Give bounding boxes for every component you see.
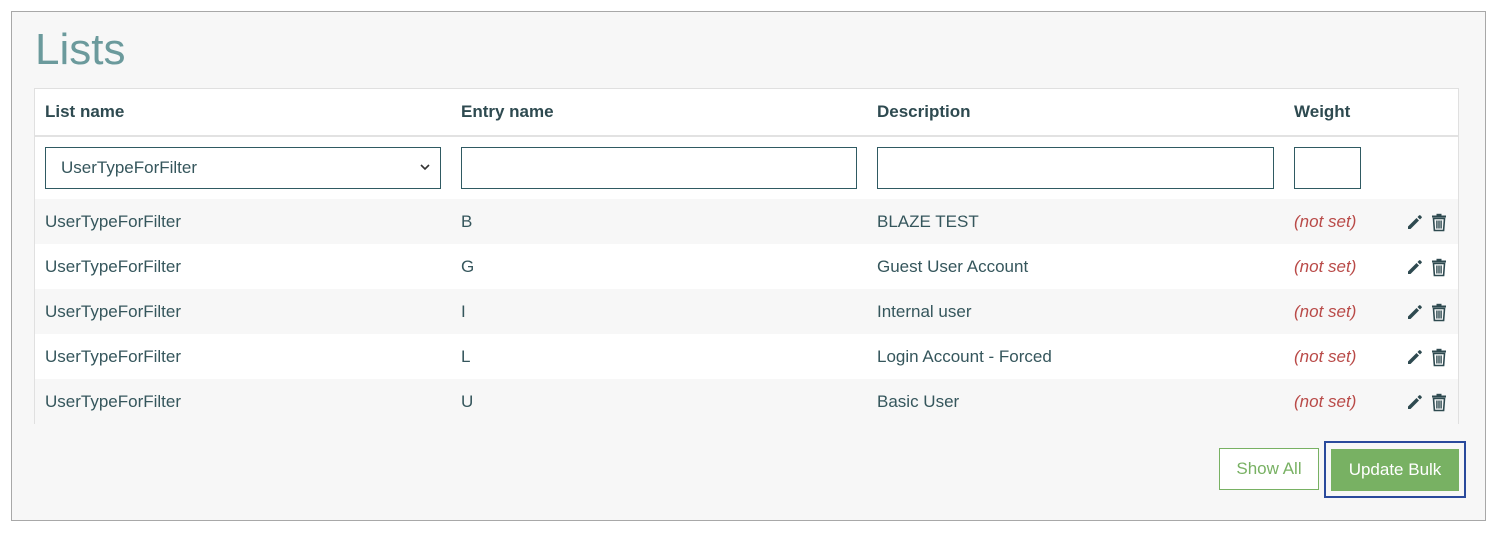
header-weight: Weight <box>1294 102 1351 121</box>
header-entry-name: Entry name <box>461 102 554 121</box>
header-list-name: List name <box>45 102 125 121</box>
table-row: UserTypeForFilter I Internal user (not s… <box>35 289 1458 334</box>
row-actions <box>1405 244 1449 289</box>
filter-row: UserTypeForFilter <box>35 137 1458 199</box>
lists-panel: Lists List name Entry name Description W… <box>11 11 1486 521</box>
trash-icon[interactable] <box>1429 392 1449 412</box>
cell-list-name: UserTypeForFilter <box>45 346 182 366</box>
cell-description: Basic User <box>877 391 960 411</box>
header-description: Description <box>877 102 971 121</box>
cell-description: Internal user <box>877 301 972 321</box>
cell-weight: (not set) <box>1294 301 1357 321</box>
trash-icon[interactable] <box>1429 347 1449 367</box>
row-actions <box>1405 379 1449 424</box>
description-filter-input[interactable] <box>877 147 1274 189</box>
table-row: UserTypeForFilter L Login Account - Forc… <box>35 334 1458 379</box>
cell-entry-name: G <box>461 256 475 276</box>
entry-name-filter-input[interactable] <box>461 147 857 189</box>
cell-entry-name: U <box>461 391 474 411</box>
lists-grid: List name Entry name Description Weight … <box>34 88 1459 424</box>
chevron-down-icon <box>420 164 430 171</box>
cell-list-name: UserTypeForFilter <box>45 391 182 411</box>
table-row: UserTypeForFilter G Guest User Account (… <box>35 244 1458 289</box>
table-header-row: List name Entry name Description Weight <box>35 89 1458 137</box>
pencil-icon[interactable] <box>1405 212 1425 232</box>
pencil-icon[interactable] <box>1405 257 1425 277</box>
trash-icon[interactable] <box>1429 212 1449 232</box>
cell-list-name: UserTypeForFilter <box>45 301 182 321</box>
cell-entry-name: I <box>461 301 466 321</box>
pencil-icon[interactable] <box>1405 392 1425 412</box>
pencil-icon[interactable] <box>1405 347 1425 367</box>
row-actions <box>1405 199 1449 244</box>
cell-weight: (not set) <box>1294 211 1357 231</box>
cell-description: Guest User Account <box>877 256 1029 276</box>
cell-weight: (not set) <box>1294 346 1357 366</box>
row-actions <box>1405 334 1449 379</box>
list-name-filter-value: UserTypeForFilter <box>61 158 198 177</box>
table-row: UserTypeForFilter U Basic User (not set) <box>35 379 1458 424</box>
cell-weight: (not set) <box>1294 391 1357 411</box>
cell-entry-name: B <box>461 211 473 231</box>
update-bulk-button[interactable]: Update Bulk <box>1331 448 1459 491</box>
pencil-icon[interactable] <box>1405 302 1425 322</box>
table-row: UserTypeForFilter B BLAZE TEST (not set) <box>35 199 1458 244</box>
row-actions <box>1405 289 1449 334</box>
weight-filter-input[interactable] <box>1294 147 1361 189</box>
update-bulk-focus-ring: Update Bulk <box>1324 441 1466 498</box>
page-title: Lists <box>35 25 126 74</box>
list-name-filter-select[interactable]: UserTypeForFilter <box>45 147 441 189</box>
cell-weight: (not set) <box>1294 256 1357 276</box>
trash-icon[interactable] <box>1429 257 1449 277</box>
cell-entry-name: L <box>461 346 471 366</box>
cell-description: BLAZE TEST <box>877 211 979 231</box>
cell-list-name: UserTypeForFilter <box>45 256 182 276</box>
cell-description: Login Account - Forced <box>877 346 1052 366</box>
cell-list-name: UserTypeForFilter <box>45 211 182 231</box>
show-all-button[interactable]: Show All <box>1219 448 1319 490</box>
trash-icon[interactable] <box>1429 302 1449 322</box>
